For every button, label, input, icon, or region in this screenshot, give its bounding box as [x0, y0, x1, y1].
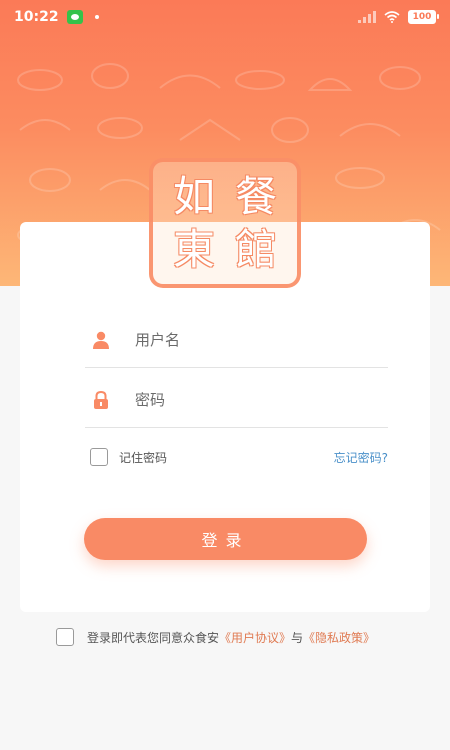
logo-char: 餐 [234, 171, 277, 221]
logo-char: 館 [234, 224, 277, 274]
username-input[interactable] [135, 330, 365, 349]
status-time: 10:22 [14, 9, 59, 25]
remember-password-checkbox[interactable] [90, 448, 108, 466]
forgot-password-link[interactable]: 忘记密码? [334, 449, 388, 466]
remember-row: 记住密码 忘记密码? [90, 446, 388, 468]
logo-char: 東 [172, 224, 215, 274]
notification-dot-icon [94, 15, 99, 19]
agreement-connector: 与 [291, 630, 304, 645]
password-field[interactable] [85, 372, 388, 428]
battery-icon: 100 [408, 10, 439, 24]
agreement-prefix: 登录即代表您同意众食安 [87, 630, 220, 645]
signal-icon [358, 11, 376, 23]
remember-password-label[interactable]: 记住密码 [119, 449, 167, 466]
wechat-icon [66, 10, 83, 24]
username-field[interactable] [85, 312, 388, 368]
logo-char: 如 [172, 171, 215, 221]
app-logo: 如 餐 東 館 [149, 158, 301, 288]
user-icon [90, 329, 112, 351]
privacy-policy-link[interactable]: 《隐私政策》 [303, 629, 375, 646]
status-bar: 10:22 100 [0, 0, 450, 34]
agreement-row: 登录即代表您同意众食安 《用户协议》 与 《隐私政策》 [56, 627, 416, 647]
password-input[interactable] [135, 390, 365, 409]
agreement-checkbox[interactable] [56, 628, 74, 646]
lock-icon [90, 389, 112, 411]
login-button[interactable]: 登录 [84, 518, 367, 560]
user-agreement-link[interactable]: 《用户协议》 [219, 629, 291, 646]
wifi-icon [384, 11, 400, 23]
